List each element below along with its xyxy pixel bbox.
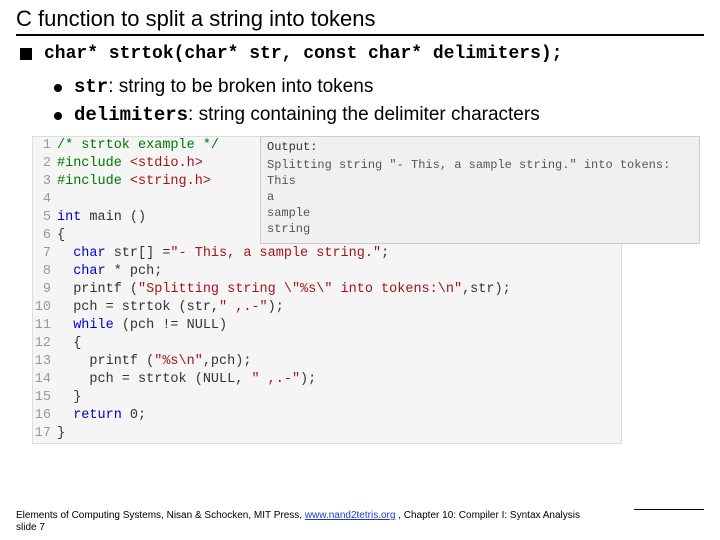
code-line: 9 printf ("Splitting string \"%s\" into … (33, 281, 621, 299)
bullet-del-code: delimiters (74, 104, 188, 126)
code-line: 13 printf ("%s\n",pch); (33, 353, 621, 371)
output-box: Output: Splitting string "- This, a samp… (260, 136, 700, 244)
code-line: 11 while (pch != NULL) (33, 317, 621, 335)
slide-title: C function to split a string into tokens (16, 6, 704, 36)
function-signature: char* strtok(char* str, const char* deli… (44, 44, 704, 64)
bullet-str: str: string to be broken into tokens (74, 76, 704, 98)
footer-pre: Elements of Computing Systems, Nisan & S… (16, 510, 305, 521)
code-line: 17} (33, 425, 621, 443)
bullet-str-text: : string to be broken into tokens (108, 76, 373, 97)
code-line: 8 char * pch; (33, 263, 621, 281)
bullet-delimiters: delimiters: string containing the delimi… (74, 104, 704, 126)
footer-rule (634, 509, 704, 510)
footer-slide: slide 7 (16, 522, 45, 533)
output-line: Splitting string "- This, a sample strin… (267, 157, 693, 173)
output-line: string (267, 221, 693, 237)
output-line: a (267, 189, 693, 205)
bullet-del-text: : string containing the delimiter charac… (188, 104, 540, 125)
output-line: sample (267, 205, 693, 221)
footer: Elements of Computing Systems, Nisan & S… (16, 510, 616, 534)
code-line: 7 char str[] ="- This, a sample string."… (33, 245, 621, 263)
output-title: Output: (267, 139, 693, 155)
footer-link[interactable]: www.nand2tetris.org (305, 510, 396, 521)
code-line: 14 pch = strtok (NULL, " ,.-"); (33, 371, 621, 389)
code-line: 16 return 0; (33, 407, 621, 425)
code-line: 10 pch = strtok (str," ,.-"); (33, 299, 621, 317)
footer-post: , Chapter 10: Compiler I: Syntax Analysi… (395, 510, 580, 521)
output-line: This (267, 173, 693, 189)
code-line: 12 { (33, 335, 621, 353)
bullet-str-code: str (74, 76, 108, 98)
code-line: 15 } (33, 389, 621, 407)
